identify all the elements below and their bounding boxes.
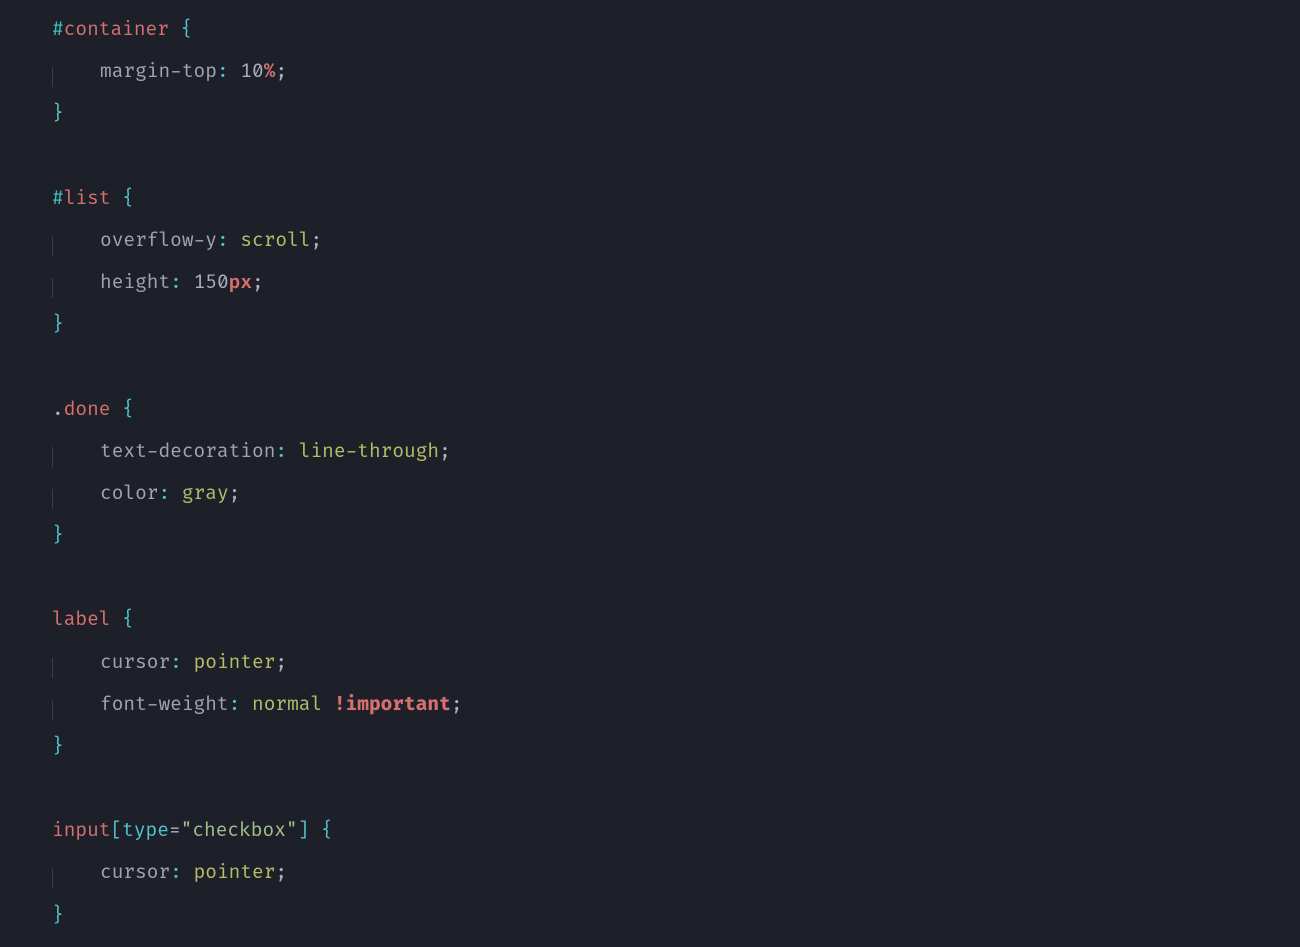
code-line: font-weight: normal !important; <box>52 683 1300 725</box>
colon-token: : <box>217 228 229 252</box>
brace-close: } <box>52 734 64 758</box>
value-token: pointer <box>194 860 276 884</box>
number-token: 10 <box>240 59 263 83</box>
semicolon-token: ; <box>439 439 451 463</box>
semicolon-token: ; <box>275 59 287 83</box>
selector-token: container <box>64 17 169 41</box>
dot-token: . <box>52 397 64 421</box>
brace-close: } <box>52 523 64 547</box>
selector-token: list <box>64 186 111 210</box>
code-line: } <box>52 92 1300 134</box>
colon-token: : <box>170 270 182 294</box>
code-editor[interactable]: #container { margin-top: 10%; } #list { … <box>0 0 1300 947</box>
colon-token: : <box>170 650 182 674</box>
code-line: input[type="checkbox"] { <box>52 809 1300 851</box>
colon-token: : <box>229 692 241 716</box>
blank-line <box>52 345 1300 387</box>
unit-token: px <box>229 270 252 294</box>
code-line: cursor: pointer; <box>52 641 1300 683</box>
colon-token: : <box>217 59 229 83</box>
brace-open: { <box>122 397 134 421</box>
code-line: margin-top: 10%; <box>52 50 1300 92</box>
brace-close: } <box>52 101 64 125</box>
semicolon-token: ; <box>229 481 241 505</box>
semicolon-token: ; <box>451 692 463 716</box>
code-line: overflow-y: scroll; <box>52 219 1300 261</box>
colon-token: : <box>170 860 182 884</box>
brace-open: { <box>122 607 134 631</box>
property-token: margin-top <box>100 59 217 83</box>
value-token: line-through <box>299 439 439 463</box>
blank-line <box>52 135 1300 177</box>
brace-close: } <box>52 903 64 927</box>
equals-token: = <box>169 818 181 842</box>
property-token: overflow-y <box>100 228 217 252</box>
value-token: gray <box>182 481 229 505</box>
blank-line <box>52 556 1300 598</box>
brace-open: { <box>122 186 134 210</box>
hash-token: # <box>52 17 64 41</box>
brace-open: { <box>321 818 333 842</box>
code-line: } <box>52 514 1300 556</box>
property-token: cursor <box>100 860 170 884</box>
code-line: } <box>52 725 1300 767</box>
brace-open: { <box>181 17 193 41</box>
class-token: done <box>64 397 111 421</box>
number-token: 150 <box>194 270 229 294</box>
important-token: !important <box>334 692 451 716</box>
code-line: cursor: pointer; <box>52 851 1300 893</box>
semicolon-token: ; <box>275 650 287 674</box>
brace-close: } <box>52 312 64 336</box>
code-line: color: gray; <box>52 472 1300 514</box>
value-token: pointer <box>194 650 276 674</box>
hash-token: # <box>52 186 64 210</box>
bracket-open: [ <box>110 818 122 842</box>
code-line: height: 150px; <box>52 261 1300 303</box>
value-token: scroll <box>240 228 310 252</box>
colon-token: : <box>158 481 170 505</box>
property-token: height <box>100 270 170 294</box>
property-token: cursor <box>100 650 170 674</box>
code-line: .done { <box>52 388 1300 430</box>
tag-token: input <box>52 818 110 842</box>
tag-token: label <box>52 607 110 631</box>
code-line: label { <box>52 598 1300 640</box>
attr-token: type <box>122 818 169 842</box>
blank-line <box>52 767 1300 809</box>
bracket-close: ] <box>298 818 310 842</box>
property-token: color <box>100 481 158 505</box>
code-line: text-decoration: line-through; <box>52 430 1300 472</box>
code-line: #list { <box>52 177 1300 219</box>
semicolon-token: ; <box>311 228 323 252</box>
code-line: } <box>52 894 1300 936</box>
string-token: "checkbox" <box>181 818 298 842</box>
code-line: } <box>52 303 1300 345</box>
value-token: normal <box>252 692 322 716</box>
property-token: font-weight <box>100 692 229 716</box>
unit-token: % <box>264 59 276 83</box>
colon-token: : <box>275 439 287 463</box>
property-token: text-decoration <box>100 439 275 463</box>
semicolon-token: ; <box>275 860 287 884</box>
code-line: #container { <box>52 8 1300 50</box>
semicolon-token: ; <box>252 270 264 294</box>
